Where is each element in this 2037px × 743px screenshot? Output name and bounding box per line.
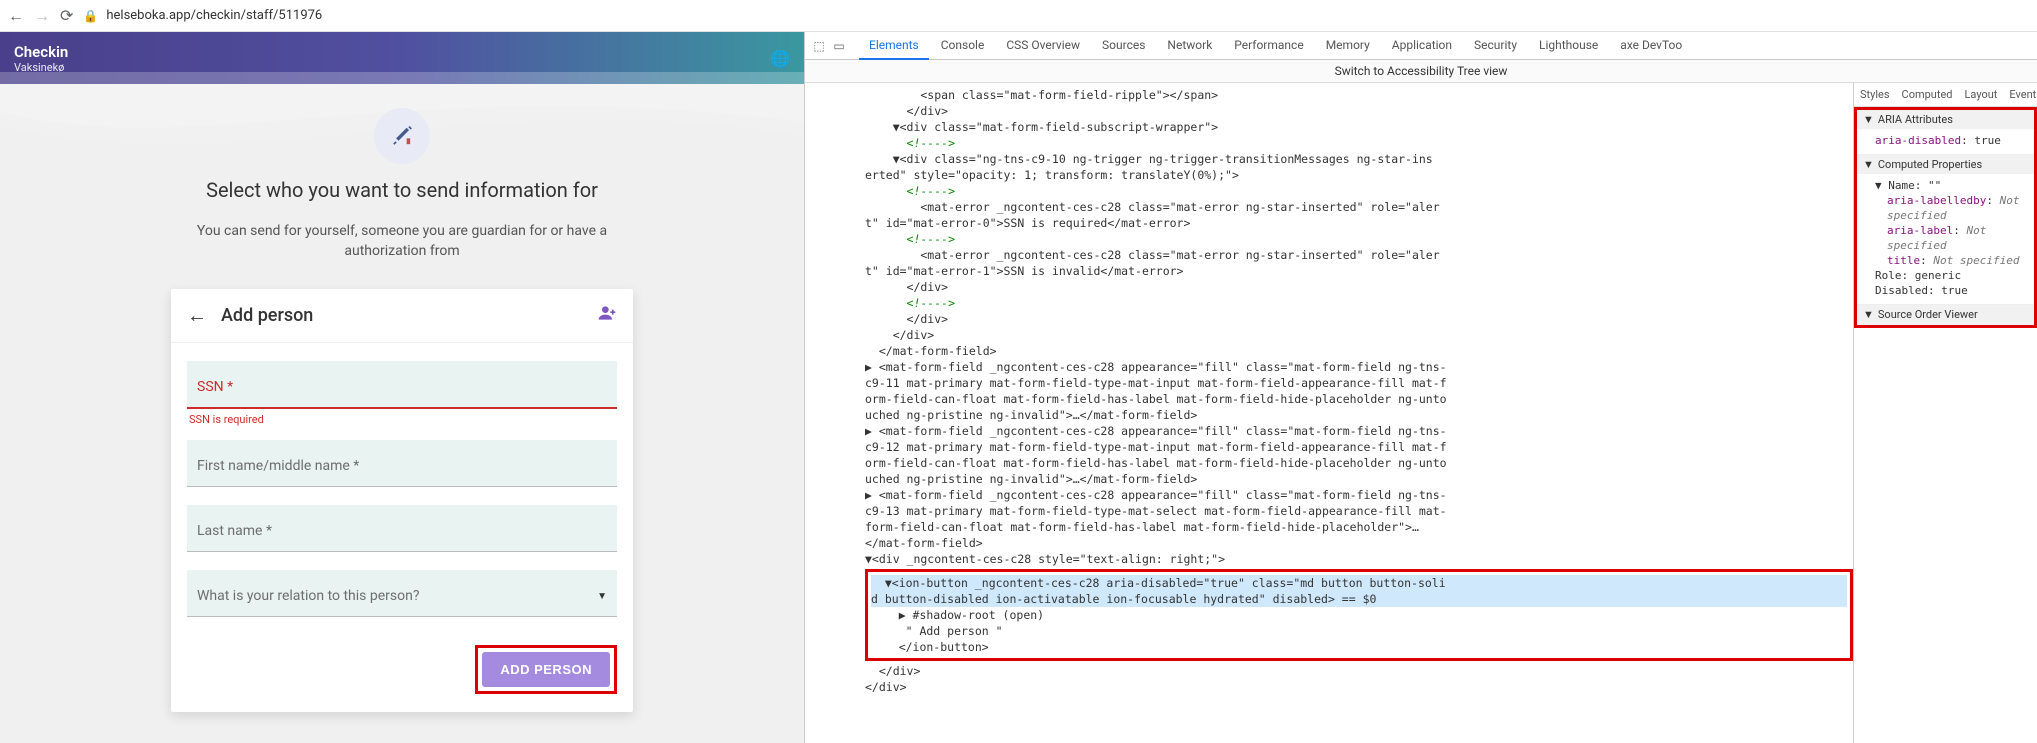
devtools-toolbar: ⬚ ▭ Elements Console CSS Overview Source… xyxy=(805,32,2037,60)
devtools-sidebar: Styles Computed Layout Event ▼ ARIA Attr… xyxy=(1853,83,2037,743)
tab-security[interactable]: Security xyxy=(1464,32,1527,60)
highlight-box: ADD PERSON xyxy=(475,645,617,694)
forward-icon[interactable]: → xyxy=(34,6,50,26)
browser-toolbar: ← → ⟳ 🔒 helseboka.app/checkin/staff/5119… xyxy=(0,0,2037,32)
tab-performance[interactable]: Performance xyxy=(1224,32,1313,60)
tab-console[interactable]: Console xyxy=(931,32,995,60)
highlighted-element: ▼<ion-button _ngcontent-ces-c28 aria-dis… xyxy=(865,569,1853,661)
relation-select[interactable]: What is your relation to this person? ▼ xyxy=(187,570,617,617)
back-icon[interactable]: ← xyxy=(8,6,24,26)
person-add-icon[interactable] xyxy=(597,303,617,328)
lastname-field[interactable]: Last name * xyxy=(187,505,617,552)
side-tab-event[interactable]: Event xyxy=(2003,83,2037,106)
side-tab-styles[interactable]: Styles xyxy=(1854,83,1896,106)
elements-tree[interactable]: <span class="mat-form-field-ripple"></sp… xyxy=(805,83,1853,743)
firstname-field[interactable]: First name/middle name * xyxy=(187,440,617,487)
lock-icon: 🔒 xyxy=(83,9,98,23)
tab-axe[interactable]: axe DevToo xyxy=(1610,32,1692,60)
tab-cssoverview[interactable]: CSS Overview xyxy=(996,32,1090,60)
url-text: helseboka.app/checkin/staff/511976 xyxy=(106,8,322,23)
tab-memory[interactable]: Memory xyxy=(1316,32,1380,60)
source-order-header[interactable]: ▼ Source Order Viewer xyxy=(1857,305,2034,324)
ssn-label: SSN * xyxy=(197,379,607,395)
brand-title: Checkin xyxy=(14,43,68,61)
modal-back-icon[interactable]: ← xyxy=(187,303,207,328)
reload-icon[interactable]: ⟳ xyxy=(60,6,73,25)
side-tab-computed[interactable]: Computed xyxy=(1896,83,1959,106)
tab-elements[interactable]: Elements xyxy=(859,32,929,60)
firstname-label: First name/middle name * xyxy=(197,458,607,474)
lastname-label: Last name * xyxy=(197,523,607,539)
sidebar-highlight: ▼ ARIA Attributes aria-disabled: true ▼ … xyxy=(1854,107,2037,328)
computed-section-header[interactable]: ▼ Computed Properties xyxy=(1857,155,2034,174)
ssn-error-text: SSN is required xyxy=(189,413,617,426)
accessibility-tree-link[interactable]: Switch to Accessibility Tree view xyxy=(805,60,2037,83)
page-heading: Select who you want to send information … xyxy=(206,178,598,202)
page-subheading: You can send for yourself, someone you a… xyxy=(192,222,612,261)
aria-section-header[interactable]: ▼ ARIA Attributes xyxy=(1857,110,2034,129)
add-person-modal: ← Add person SSN * SSN is required First… xyxy=(171,289,633,712)
app-header: Checkin Vaksinekø 🌐 xyxy=(0,32,804,84)
add-person-button[interactable]: ADD PERSON xyxy=(482,652,610,687)
tab-network[interactable]: Network xyxy=(1157,32,1222,60)
address-bar[interactable]: 🔒 helseboka.app/checkin/staff/511976 xyxy=(83,8,2029,23)
relation-label: What is your relation to this person? xyxy=(197,588,419,604)
app-pane: Checkin Vaksinekø 🌐 Select who you want … xyxy=(0,32,804,743)
inspect-icon[interactable]: ⬚ xyxy=(811,39,827,53)
tab-application[interactable]: Application xyxy=(1382,32,1462,60)
device-icon[interactable]: ▭ xyxy=(831,39,847,53)
ssn-field[interactable]: SSN * xyxy=(187,361,617,409)
devtools-pane: ⬚ ▭ Elements Console CSS Overview Source… xyxy=(804,32,2037,743)
modal-title: Add person xyxy=(221,305,313,326)
tab-lighthouse[interactable]: Lighthouse xyxy=(1529,32,1608,60)
chevron-down-icon: ▼ xyxy=(597,591,607,602)
tab-sources[interactable]: Sources xyxy=(1092,32,1155,60)
brand-subtitle: Vaksinekø xyxy=(14,61,68,74)
side-tab-layout[interactable]: Layout xyxy=(1959,83,2004,106)
syringe-icon xyxy=(374,108,430,164)
globe-icon[interactable]: 🌐 xyxy=(770,49,790,68)
